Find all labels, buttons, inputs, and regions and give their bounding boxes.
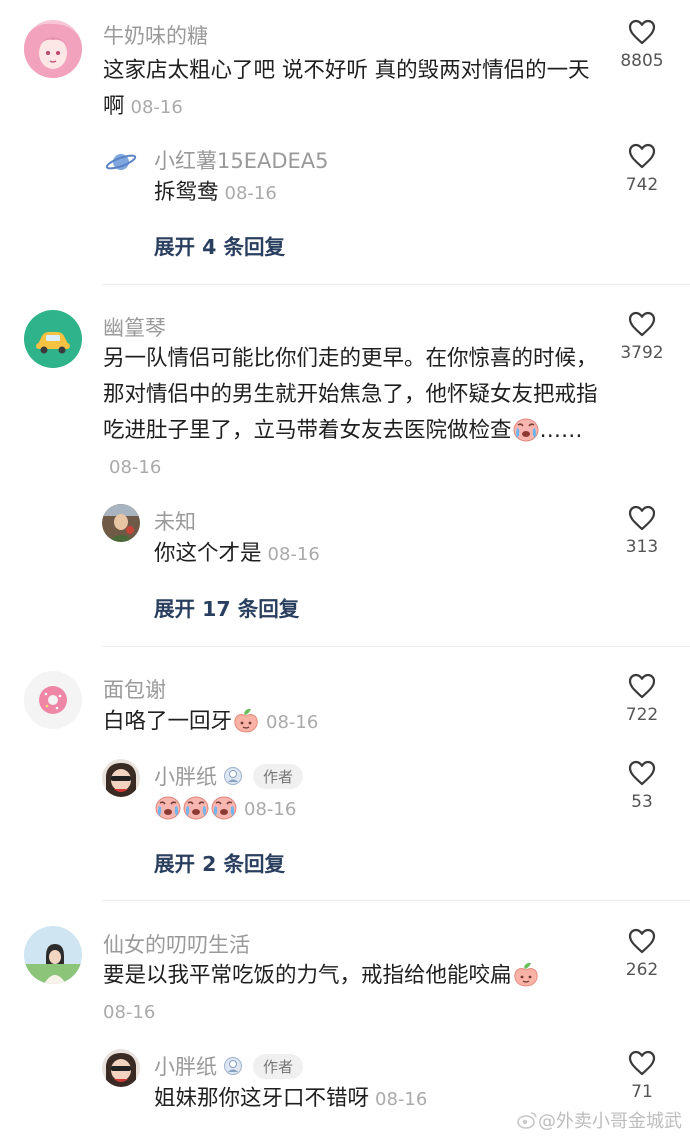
peach-emoji bbox=[232, 707, 260, 733]
avatar[interactable] bbox=[24, 310, 82, 368]
avatar[interactable] bbox=[102, 1049, 140, 1087]
heart-outline-icon bbox=[628, 760, 656, 786]
reply-author: 小胖纸 作者 bbox=[154, 1051, 304, 1081]
heart-outline-icon bbox=[628, 505, 656, 531]
like-button[interactable]: 53 bbox=[610, 760, 674, 812]
reply-author: 小胖纸 作者 bbox=[154, 761, 304, 791]
reply-date: 08-16 bbox=[267, 544, 320, 565]
comment-text: 要是以我平常吃饭的力气，戒指给他能咬扁 08-16 bbox=[103, 958, 601, 1031]
expand-replies-link[interactable]: 展开 2 条回复 bbox=[154, 847, 285, 877]
comment-text: 这家店太粗心了吧 说不好听 真的毁两对情侣的一天啊 08-16 bbox=[103, 58, 590, 119]
reply-author-name[interactable]: 小胖纸 bbox=[154, 765, 217, 789]
heart-outline-icon bbox=[628, 673, 656, 699]
reply-text: 拆鸳鸯 08-16 bbox=[154, 180, 277, 205]
peach-emoji bbox=[512, 961, 540, 987]
avatar[interactable] bbox=[24, 20, 82, 78]
like-count: 742 bbox=[625, 175, 659, 195]
like-count: 262 bbox=[625, 960, 659, 980]
heart-outline-icon bbox=[628, 19, 656, 45]
like-count: 8805 bbox=[620, 51, 664, 71]
reply-date: 08-16 bbox=[375, 1089, 428, 1110]
weibo-logo-icon bbox=[517, 1112, 537, 1129]
like-button[interactable]: 742 bbox=[610, 143, 674, 195]
like-button[interactable]: 262 bbox=[610, 928, 674, 980]
heart-outline-icon bbox=[628, 311, 656, 337]
reply-text: 你这个才是 08-16 bbox=[154, 541, 320, 566]
crying-face-emoji bbox=[154, 794, 182, 820]
like-count: 3792 bbox=[620, 343, 664, 363]
reply-author-name[interactable]: 小胖纸 bbox=[154, 1055, 217, 1079]
crying-face-emoji bbox=[182, 794, 210, 820]
heart-outline-icon bbox=[628, 143, 656, 169]
reply-author[interactable]: 未知 bbox=[154, 506, 196, 536]
reply-text: 08-16 bbox=[154, 791, 594, 828]
comment-author[interactable]: 幽篁琴 bbox=[103, 312, 166, 342]
crying-face-emoji bbox=[512, 416, 540, 442]
avatar[interactable] bbox=[102, 759, 140, 797]
like-count: 53 bbox=[631, 792, 653, 812]
watermark: @外卖小哥金城武 bbox=[516, 1107, 682, 1133]
heart-outline-icon bbox=[628, 928, 656, 954]
comment-date: 08-16 bbox=[103, 1002, 156, 1023]
reply-date: 08-16 bbox=[224, 183, 277, 204]
vip-badge-icon bbox=[223, 766, 243, 786]
like-button[interactable]: 3792 bbox=[610, 311, 674, 363]
expand-replies-link[interactable]: 展开 4 条回复 bbox=[154, 230, 285, 260]
divider bbox=[102, 900, 690, 901]
like-button[interactable]: 722 bbox=[610, 673, 674, 725]
vip-badge-icon bbox=[223, 1056, 243, 1076]
like-button[interactable]: 313 bbox=[610, 505, 674, 557]
like-count: 71 bbox=[631, 1082, 653, 1102]
comment-date: 08-16 bbox=[266, 712, 319, 733]
avatar[interactable] bbox=[24, 926, 82, 984]
author-badge: 作者 bbox=[253, 764, 304, 789]
like-button[interactable]: 8805 bbox=[610, 19, 674, 71]
comment-date: 08-16 bbox=[109, 457, 162, 478]
comment-author[interactable]: 牛奶味的糖 bbox=[103, 20, 208, 50]
divider bbox=[102, 284, 690, 285]
crying-face-emoji bbox=[210, 794, 238, 820]
like-count: 722 bbox=[625, 705, 659, 725]
author-badge: 作者 bbox=[253, 1054, 304, 1079]
avatar[interactable] bbox=[102, 143, 140, 181]
expand-replies-link[interactable]: 展开 17 条回复 bbox=[154, 592, 299, 622]
comment-text: 白咯了一回牙 08-16 bbox=[103, 707, 319, 734]
comment-text: 另一队情侣可能比你们走的更早。在你惊喜的时候，那对情侣中的男生就开始焦急了，他怀… bbox=[103, 346, 598, 478]
avatar[interactable] bbox=[102, 504, 140, 542]
heart-outline-icon bbox=[628, 1050, 656, 1076]
like-button[interactable]: 71 bbox=[610, 1050, 674, 1102]
reply-date: 08-16 bbox=[244, 799, 297, 820]
avatar[interactable] bbox=[24, 671, 82, 729]
reply-author[interactable]: 小红薯15EADEA5 bbox=[154, 145, 329, 175]
divider bbox=[102, 646, 690, 647]
like-count: 313 bbox=[625, 537, 659, 557]
comment-date: 08-16 bbox=[130, 97, 183, 118]
comment-author[interactable]: 面包谢 bbox=[103, 674, 166, 704]
comment-author[interactable]: 仙女的叨叨生活 bbox=[103, 929, 250, 959]
